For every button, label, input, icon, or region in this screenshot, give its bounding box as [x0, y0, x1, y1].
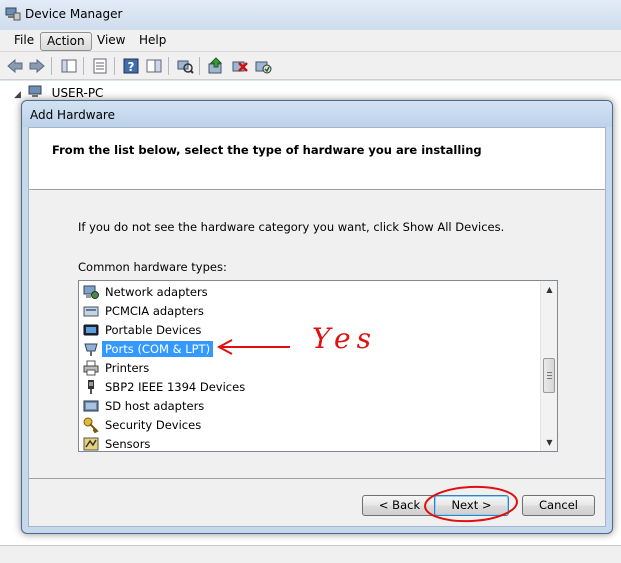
svg-text:?: ? — [128, 60, 135, 74]
enable-device-icon[interactable] — [254, 57, 272, 75]
forward-arrow-icon[interactable] — [28, 57, 46, 75]
dialog-titlebar[interactable]: Add Hardware — [22, 101, 612, 127]
pcmcia-icon — [83, 306, 99, 316]
grip-line — [547, 378, 552, 379]
list-item-printers[interactable]: Printers — [83, 358, 152, 377]
add-hardware-dialog: Add Hardware From the list below, select… — [21, 100, 613, 534]
grip-line — [547, 372, 552, 373]
status-bar — [0, 545, 621, 563]
device-manager-titlebar: Device Manager — [0, 0, 621, 30]
dialog-footer: < Back Next > Cancel — [29, 478, 605, 526]
collapse-triangle-icon[interactable]: ◢ — [14, 90, 24, 100]
scan-hardware-icon[interactable] — [176, 57, 194, 75]
cancel-button[interactable]: Cancel — [522, 495, 595, 516]
dialog-header: From the list below, select the type of … — [29, 128, 605, 190]
window-title: Device Manager — [25, 7, 123, 21]
console-tree-icon[interactable] — [60, 57, 78, 75]
toolbar: ? — [0, 52, 621, 80]
list-item-pcmcia-adapters[interactable]: PCMCIA adapters — [83, 301, 207, 320]
toolbar-separator — [51, 57, 52, 75]
toolbar-separator — [199, 57, 200, 75]
list-scrollbar[interactable]: ▲ ▼ — [540, 281, 557, 451]
action-pane-icon[interactable] — [145, 57, 163, 75]
dialog-title: Add Hardware — [30, 108, 115, 122]
scrollbar-thumb[interactable] — [543, 358, 555, 393]
menu-help[interactable]: Help — [133, 32, 172, 51]
network-adapter-icon — [83, 285, 99, 299]
back-arrow-icon[interactable] — [6, 57, 24, 75]
list-item-sd-host-adapters[interactable]: SD host adapters — [83, 396, 207, 415]
menu-action[interactable]: Action — [40, 32, 92, 51]
tree-root-label: USER-PC — [51, 86, 104, 100]
instruction-text: If you do not see the hardware category … — [78, 220, 505, 234]
next-button[interactable]: Next > — [434, 495, 509, 516]
list-items-container: Network adapters PCMCIA adapters Portabl… — [79, 281, 541, 451]
port-icon — [84, 343, 98, 356]
back-button[interactable]: < Back — [362, 495, 437, 516]
list-item-security-devices[interactable]: Security Devices — [83, 415, 204, 434]
properties-icon[interactable] — [91, 57, 109, 75]
annotation-text: Yes — [312, 322, 377, 355]
device-manager-icon — [5, 7, 21, 21]
printer-icon — [83, 360, 99, 375]
update-driver-icon[interactable] — [207, 57, 225, 75]
help-icon[interactable]: ? — [122, 57, 140, 75]
sensor-icon — [83, 437, 99, 450]
security-key-icon — [83, 417, 99, 433]
toolbar-separator — [168, 57, 169, 75]
scroll-up-arrow-icon[interactable]: ▲ — [541, 281, 558, 298]
scroll-down-arrow-icon[interactable]: ▼ — [541, 434, 558, 451]
dialog-heading: From the list below, select the type of … — [52, 143, 482, 157]
sd-adapter-icon — [83, 400, 99, 411]
hardware-types-list[interactable]: Network adapters PCMCIA adapters Portabl… — [78, 280, 558, 452]
computer-icon — [28, 85, 42, 97]
tree-root-node[interactable]: ◢ USER-PC — [14, 85, 103, 100]
grip-line — [547, 375, 552, 376]
menu-bar: File Action View Help — [0, 30, 621, 52]
list-item-ports[interactable]: Ports (COM & LPT) — [83, 339, 214, 358]
portable-device-icon — [83, 324, 99, 335]
menu-view[interactable]: View — [91, 32, 131, 51]
toolbar-separator — [83, 57, 84, 75]
list-item-sensors[interactable]: Sensors — [83, 434, 153, 451]
ieee1394-icon — [88, 379, 94, 394]
list-item-portable-devices[interactable]: Portable Devices — [83, 320, 204, 339]
hardware-types-label: Common hardware types: — [78, 260, 227, 274]
list-item-sbp2-devices[interactable]: SBP2 IEEE 1394 Devices — [83, 377, 248, 396]
list-item-network-adapters[interactable]: Network adapters — [83, 282, 211, 301]
menu-file[interactable]: File — [8, 32, 40, 51]
uninstall-icon[interactable] — [231, 57, 249, 75]
toolbar-separator — [114, 57, 115, 75]
